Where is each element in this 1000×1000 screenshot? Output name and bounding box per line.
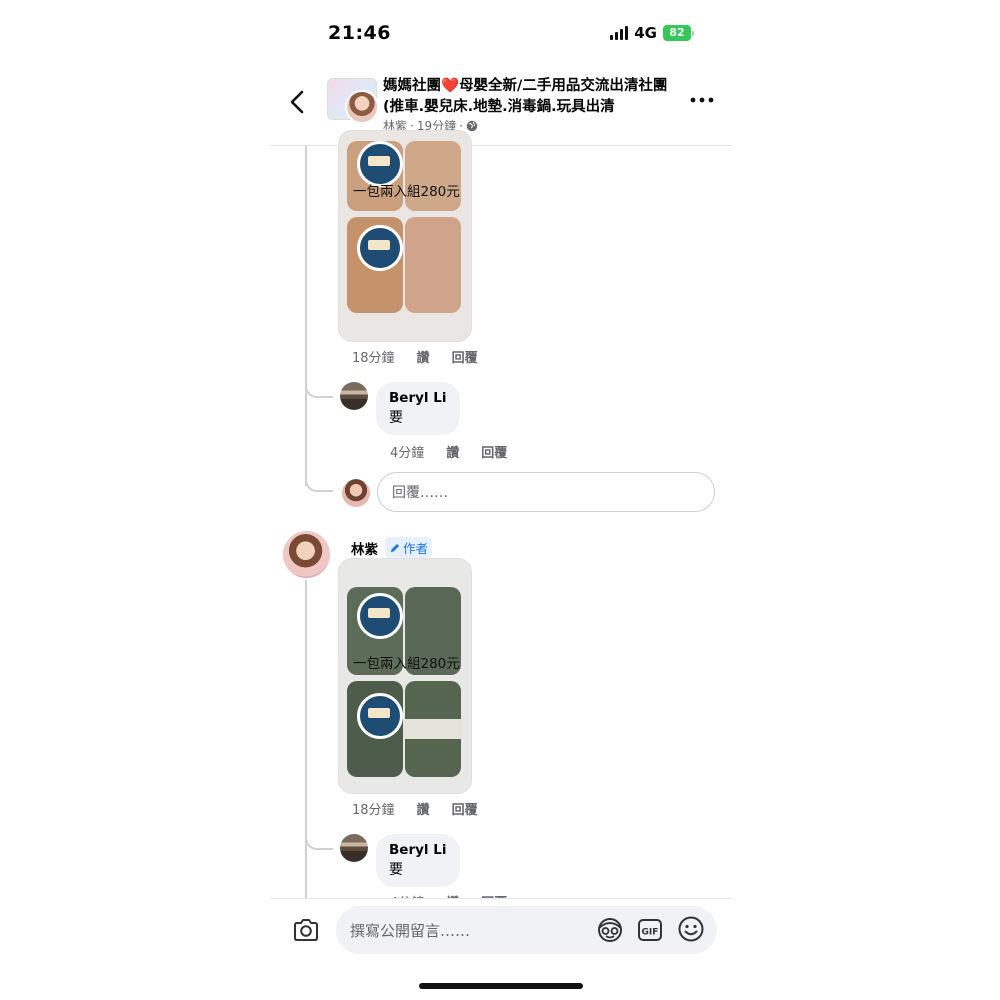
network-type: 4G — [634, 24, 657, 42]
phone-screen: 21:46 4G 82 媽媽社團❤️母嬰全新/二手用品交流出清社團 (推車.嬰兒… — [270, 0, 732, 1000]
group-title-part1: 媽媽社團 — [383, 78, 441, 94]
comment-actions: 18分鐘 讚 回覆 — [352, 799, 478, 818]
reply-author[interactable]: Beryl Li — [389, 842, 446, 858]
photo-caption: 一包兩入組280元 — [353, 184, 460, 200]
like-button[interactable]: 讚 — [417, 347, 430, 366]
author-badge-label: 作者 — [403, 541, 429, 556]
battery-level: 82 — [663, 25, 691, 41]
comment-photo[interactable]: 一包兩入組280元 — [338, 130, 472, 342]
signal-icon — [610, 26, 629, 40]
pencil-icon — [391, 543, 399, 552]
group-title[interactable]: 媽媽社團❤️母嬰全新/二手用品交流出清社團 (推車.嬰兒床.地墊.消毒鍋.玩具出… — [383, 76, 683, 118]
comment-photo[interactable]: 一包兩入組280元 — [338, 558, 472, 794]
globe-icon — [466, 120, 478, 131]
reply-bubble[interactable]: Beryl Li 要 — [376, 834, 461, 887]
reply-connector — [305, 478, 333, 492]
heart-icon: ❤️ — [441, 78, 460, 94]
comment-actions: 18分鐘 讚 回覆 — [352, 347, 478, 366]
reply-connector — [305, 836, 333, 850]
comment-input-placeholder: 撰寫公開留言…… — [350, 922, 471, 940]
thread-line — [305, 580, 307, 900]
status-indicators: 4G 82 — [610, 24, 694, 42]
reply-text: 要 — [389, 862, 403, 878]
status-time: 21:46 — [328, 22, 391, 44]
avatar[interactable] — [283, 531, 330, 578]
photo-caption: 一包兩入組280元 — [353, 656, 460, 672]
composer-divider — [270, 898, 732, 899]
poster-avatar[interactable] — [345, 90, 379, 124]
author-badge: 作者 — [385, 537, 433, 558]
my-avatar — [342, 479, 370, 507]
reply-button[interactable]: 回覆 — [452, 347, 478, 366]
reply-button[interactable]: 回覆 — [452, 799, 478, 818]
chevron-left-icon[interactable] — [284, 88, 312, 116]
reply-input-placeholder: 回覆…… — [392, 485, 448, 501]
reply-bubble[interactable]: Beryl Li 要 — [376, 382, 461, 435]
svg-text:GIF: GIF — [642, 928, 659, 938]
emoji-icon[interactable] — [677, 915, 705, 943]
reply-button[interactable]: 回覆 — [481, 442, 507, 461]
reply-text: 要 — [389, 410, 403, 426]
gif-icon[interactable]: GIF — [637, 917, 663, 943]
reply-input[interactable]: 回覆…… — [377, 472, 715, 512]
avatar[interactable] — [340, 834, 368, 862]
battery-icon: 82 — [663, 25, 694, 41]
comment-author[interactable]: 林紫 — [351, 538, 378, 558]
home-indicator[interactable] — [419, 983, 583, 989]
comment-time: 18分鐘 — [352, 351, 395, 366]
avatar-sticker-icon[interactable] — [595, 915, 625, 945]
more-horizontal-icon[interactable] — [688, 92, 716, 108]
like-button[interactable]: 讚 — [417, 799, 430, 818]
reply-time: 4分鐘 — [390, 446, 425, 461]
like-button[interactable]: 讚 — [446, 442, 459, 461]
reply-actions: 4分鐘 讚 回覆 — [390, 442, 507, 461]
comment-time: 18分鐘 — [352, 803, 395, 818]
thread-line — [305, 146, 307, 486]
reply-author[interactable]: Beryl Li — [389, 390, 446, 406]
reply-connector — [305, 384, 333, 398]
avatar[interactable] — [340, 382, 368, 410]
camera-icon[interactable] — [292, 917, 320, 943]
